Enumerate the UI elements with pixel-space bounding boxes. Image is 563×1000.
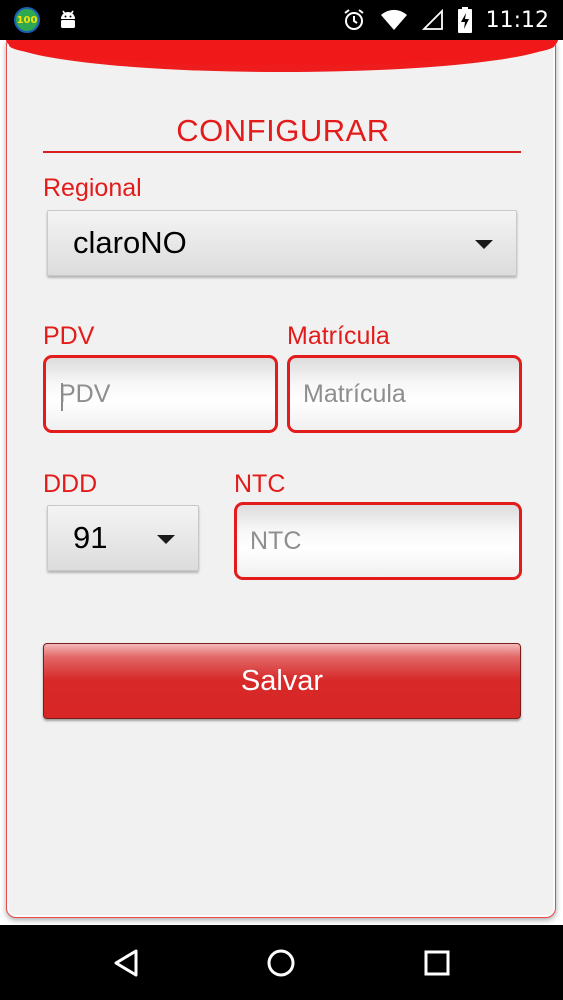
ddd-selected-value: 91	[73, 520, 108, 555]
ddd-label: DDD	[43, 470, 98, 498]
status-bar: 100 11:12	[0, 0, 563, 40]
wifi-icon	[380, 9, 407, 30]
home-icon[interactable]	[265, 947, 297, 979]
matricula-field[interactable]	[287, 355, 522, 433]
config-card: CONFIGURAR Regional claroNO PDV Matrícul…	[6, 40, 558, 918]
ddd-dropdown[interactable]: 91	[47, 505, 199, 571]
status-bar-system: 11:12	[342, 4, 549, 36]
pdv-label: PDV	[43, 322, 95, 350]
pdv-input[interactable]	[46, 358, 275, 430]
alarm-icon	[343, 9, 364, 30]
android-icon	[61, 10, 75, 28]
regional-label: Regional	[43, 174, 142, 202]
matricula-label: Matrícula	[287, 322, 390, 350]
status-time: 11:12	[485, 7, 549, 33]
chevron-down-icon	[157, 535, 175, 544]
ntc-input[interactable]	[237, 505, 519, 577]
page-title: CONFIGURAR	[176, 113, 390, 148]
ntc-field[interactable]	[234, 502, 522, 580]
pdv-field[interactable]	[43, 355, 278, 433]
ntc-label: NTC	[234, 470, 286, 498]
regional-dropdown[interactable]: claroNO	[47, 210, 517, 276]
status-bar-notifications: 100	[14, 6, 80, 34]
back-icon[interactable]	[110, 947, 142, 979]
recents-icon[interactable]	[421, 947, 453, 979]
signal-off-icon	[421, 9, 443, 30]
regional-selected-value: claroNO	[73, 225, 187, 260]
chevron-down-icon	[475, 240, 493, 249]
battery-charging-icon	[457, 7, 472, 33]
matricula-input[interactable]	[290, 358, 519, 430]
navigation-bar	[0, 925, 563, 1000]
save-button[interactable]: Salvar	[43, 643, 521, 719]
text-cursor	[61, 383, 63, 411]
title-divider	[43, 151, 521, 153]
badge-100-icon: 100	[14, 7, 40, 33]
